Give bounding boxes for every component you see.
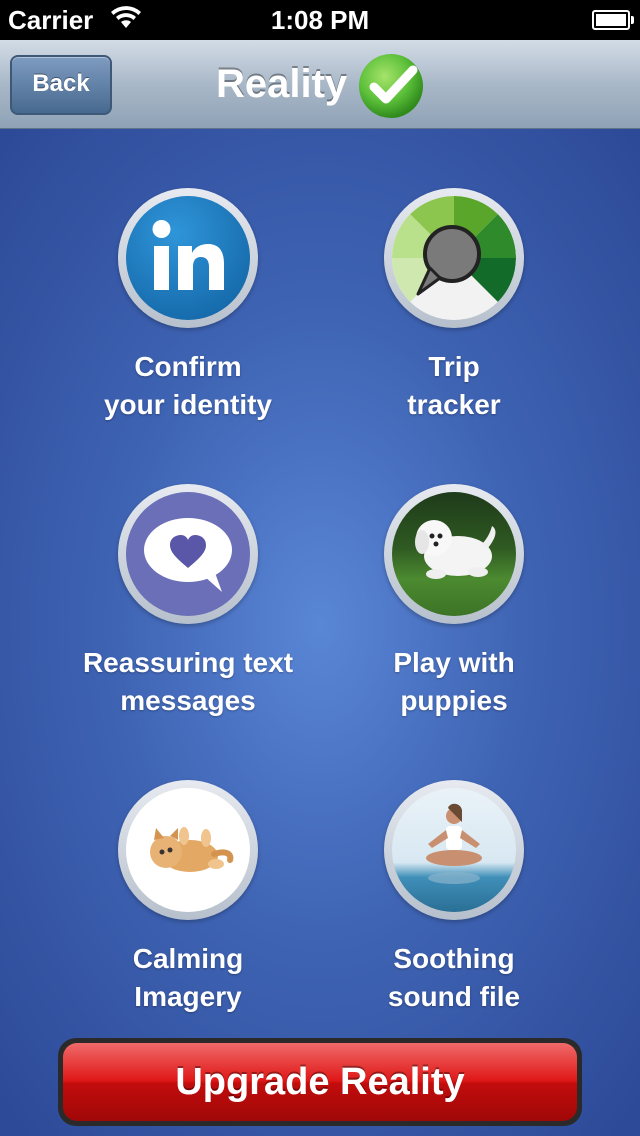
tile-trip-tracker[interactable]: Trip tracker xyxy=(320,188,588,424)
tile-label: Calming Imagery xyxy=(54,940,322,1016)
tile-calming-imagery[interactable]: Calming Imagery xyxy=(54,780,322,1016)
navigation-bar: Back Reality xyxy=(0,40,640,129)
tile-label-line1: Play with xyxy=(393,647,515,678)
page-title: Reality xyxy=(216,62,348,106)
tile-label-line1: Soothing xyxy=(393,943,515,974)
battery-icon xyxy=(592,10,634,30)
tile-label-line2: tracker xyxy=(407,389,501,420)
tile-label-line2: sound file xyxy=(387,981,521,1012)
puppy-photo xyxy=(415,520,496,579)
checkmark-icon xyxy=(359,54,423,118)
linkedin-icon xyxy=(152,220,224,290)
heart-bubble-icon xyxy=(144,518,232,592)
gauge-icon xyxy=(392,196,516,302)
tile-soothing-sound[interactable]: Soothing sound file xyxy=(320,780,588,1016)
status-time: 1:08 PM xyxy=(270,5,370,35)
tile-label: Trip tracker xyxy=(320,348,588,424)
tile-label: Reassuring text messages xyxy=(54,644,322,720)
back-button[interactable]: Back xyxy=(10,55,112,115)
kitten-photo xyxy=(150,827,234,872)
upgrade-button-label: Upgrade Reality xyxy=(63,1043,577,1121)
tile-label-line2: your identity xyxy=(103,389,272,420)
status-bar: Carrier 1:08 PM xyxy=(0,0,640,40)
tile-play-with-puppies[interactable]: Play with puppies xyxy=(320,484,588,720)
tile-label-line2: puppies xyxy=(400,685,508,716)
tile-label-line1: Confirm xyxy=(134,351,242,382)
tile-icon-ring xyxy=(384,484,524,624)
tile-label: Soothing sound file xyxy=(320,940,588,1016)
tile-icon-ring xyxy=(118,188,258,328)
tile-label-line1: Reassuring text xyxy=(82,647,294,678)
tile-icon-ring xyxy=(384,188,524,328)
upgrade-reality-button[interactable]: Upgrade Reality xyxy=(58,1038,582,1126)
tile-icon-ring xyxy=(384,780,524,920)
tile-label: Play with puppies xyxy=(320,644,588,720)
tile-label-line1: Calming xyxy=(132,943,244,974)
tile-icon-ring xyxy=(118,484,258,624)
tile-icon-ring xyxy=(118,780,258,920)
meditation-photo xyxy=(426,803,482,884)
tile-confirm-identity[interactable]: Confirm your identity xyxy=(54,188,322,424)
tile-label: Confirm your identity xyxy=(54,348,322,424)
tile-label-line2: messages xyxy=(120,685,256,716)
tile-label-line2: Imagery xyxy=(134,981,242,1012)
tile-label-line1: Trip xyxy=(428,351,480,382)
tile-reassuring-messages[interactable]: Reassuring text messages xyxy=(54,484,322,720)
